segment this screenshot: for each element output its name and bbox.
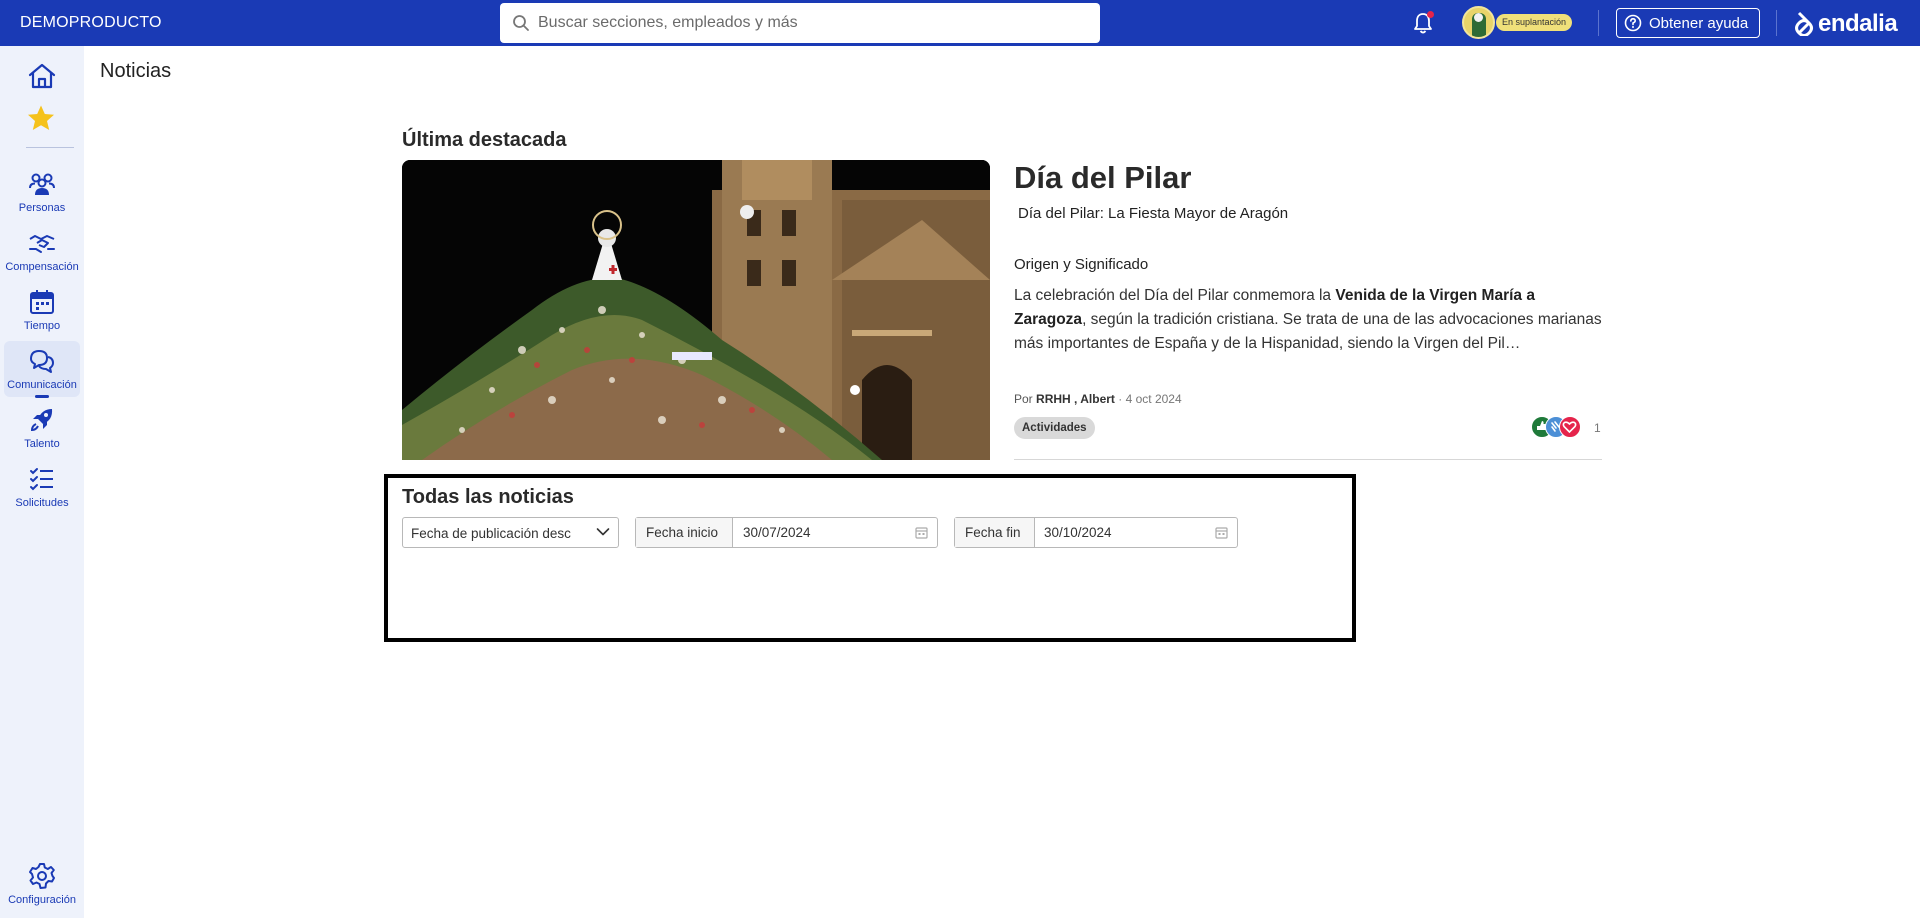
article-excerpt-text: , según la tradición cristiana. Se trata…: [1014, 311, 1602, 352]
article-title[interactable]: Día del Pilar: [1014, 160, 1191, 196]
article-subtitle: Día del Pilar: La Fiesta Mayor de Aragón: [1018, 205, 1289, 222]
sidebar-item-compensacion[interactable]: Compensación: [4, 223, 80, 279]
sidebar-item-comunicacion[interactable]: Comunicación: [4, 341, 80, 398]
search-box[interactable]: [500, 3, 1100, 43]
calendar-icon[interactable]: [1215, 526, 1228, 539]
handshake-icon: [29, 235, 55, 253]
sidebar-item-configuracion[interactable]: Configuración: [4, 856, 80, 912]
home-icon[interactable]: [27, 62, 57, 90]
reaction-count: 1: [1594, 421, 1601, 435]
top-bar: DEMOPRODUCTO En suplantación Obtener ayu…: [0, 0, 1920, 46]
search-input[interactable]: [538, 3, 1088, 43]
sort-select-value: Fecha de publicación desc: [411, 526, 571, 541]
active-indicator: [35, 395, 49, 398]
start-date-label: Fecha inicio: [636, 518, 733, 547]
divider: [1598, 10, 1599, 36]
user-menu[interactable]: En suplantación: [1462, 6, 1578, 39]
pilar-photo: [402, 160, 990, 460]
notifications-button[interactable]: [1412, 11, 1434, 40]
calendar-icon: [30, 290, 54, 314]
all-news-heading: Todas las noticias: [402, 486, 574, 508]
article-excerpt-text: La celebración del Día del Pilar conmemo…: [1014, 287, 1336, 304]
sidebar-item-tiempo[interactable]: Tiempo: [4, 282, 80, 338]
end-date-label: Fecha fin: [955, 518, 1035, 547]
featured-image[interactable]: [402, 160, 990, 460]
sidebar: Personas Compensación Tiempo Comunicació…: [0, 46, 84, 918]
page-title: Noticias: [100, 60, 172, 82]
avatar: [1462, 6, 1495, 39]
sidebar-item-label: Comunicación: [7, 379, 77, 391]
sidebar-item-label: Solicitudes: [15, 497, 69, 509]
help-circle-icon: [1624, 14, 1642, 32]
end-date-field[interactable]: Fecha fin 30/10/2024: [954, 517, 1238, 548]
gear-icon: [29, 863, 55, 889]
sidebar-item-solicitudes[interactable]: Solicitudes: [4, 459, 80, 515]
favorites-star-icon[interactable]: [26, 104, 56, 132]
chat-icon: [30, 350, 54, 373]
logo-text: endalia: [1818, 10, 1898, 37]
notification-dot: [1427, 11, 1434, 18]
sort-select[interactable]: Fecha de publicación desc: [402, 517, 619, 548]
reactions[interactable]: 1: [1531, 416, 1606, 440]
search-icon: [513, 15, 529, 31]
sidebar-divider: [26, 147, 74, 148]
sidebar-item-label: Compensación: [5, 261, 79, 273]
sidebar-item-label: Configuración: [8, 894, 76, 906]
company-name[interactable]: DEMOPRODUCTO: [20, 14, 162, 32]
category-tag[interactable]: Actividades: [1014, 417, 1095, 439]
rocket-icon: [30, 409, 53, 432]
article-author: RRHH , Albert: [1036, 392, 1115, 406]
sidebar-item-talento[interactable]: Talento: [4, 400, 80, 456]
sidebar-item-label: Personas: [18, 202, 66, 214]
calendar-icon[interactable]: [915, 526, 928, 539]
article-date: · 4 oct 2024: [1118, 392, 1182, 406]
article-meta: Por RRHH , Albert · 4 oct 2024: [1014, 392, 1182, 406]
people-icon: [29, 173, 55, 195]
article-divider: [1014, 459, 1602, 460]
featured-heading: Última destacada: [402, 129, 567, 151]
checklist-icon: [30, 468, 53, 491]
end-date-input[interactable]: 30/10/2024: [1044, 518, 1112, 547]
sidebar-item-label: Talento: [24, 438, 60, 450]
endalia-logo-icon: [1795, 11, 1813, 36]
start-date-field[interactable]: Fecha inicio 30/07/2024: [635, 517, 938, 548]
article-section-heading: Origen y Significado: [1014, 256, 1149, 273]
heart-reaction-icon: [1559, 416, 1581, 438]
start-date-input[interactable]: 30/07/2024: [743, 518, 811, 547]
help-label: Obtener ayuda: [1649, 15, 1749, 32]
article-excerpt: La celebración del Día del Pilar conmemo…: [1014, 284, 1602, 356]
chevron-down-icon: [596, 528, 610, 536]
help-button[interactable]: Obtener ayuda: [1616, 8, 1760, 38]
divider: [1776, 10, 1777, 36]
sidebar-item-personas[interactable]: Personas: [4, 164, 80, 220]
sidebar-item-label: Tiempo: [23, 320, 61, 332]
impersonation-badge: En suplantación: [1496, 14, 1573, 31]
by-prefix: Por: [1014, 392, 1033, 406]
